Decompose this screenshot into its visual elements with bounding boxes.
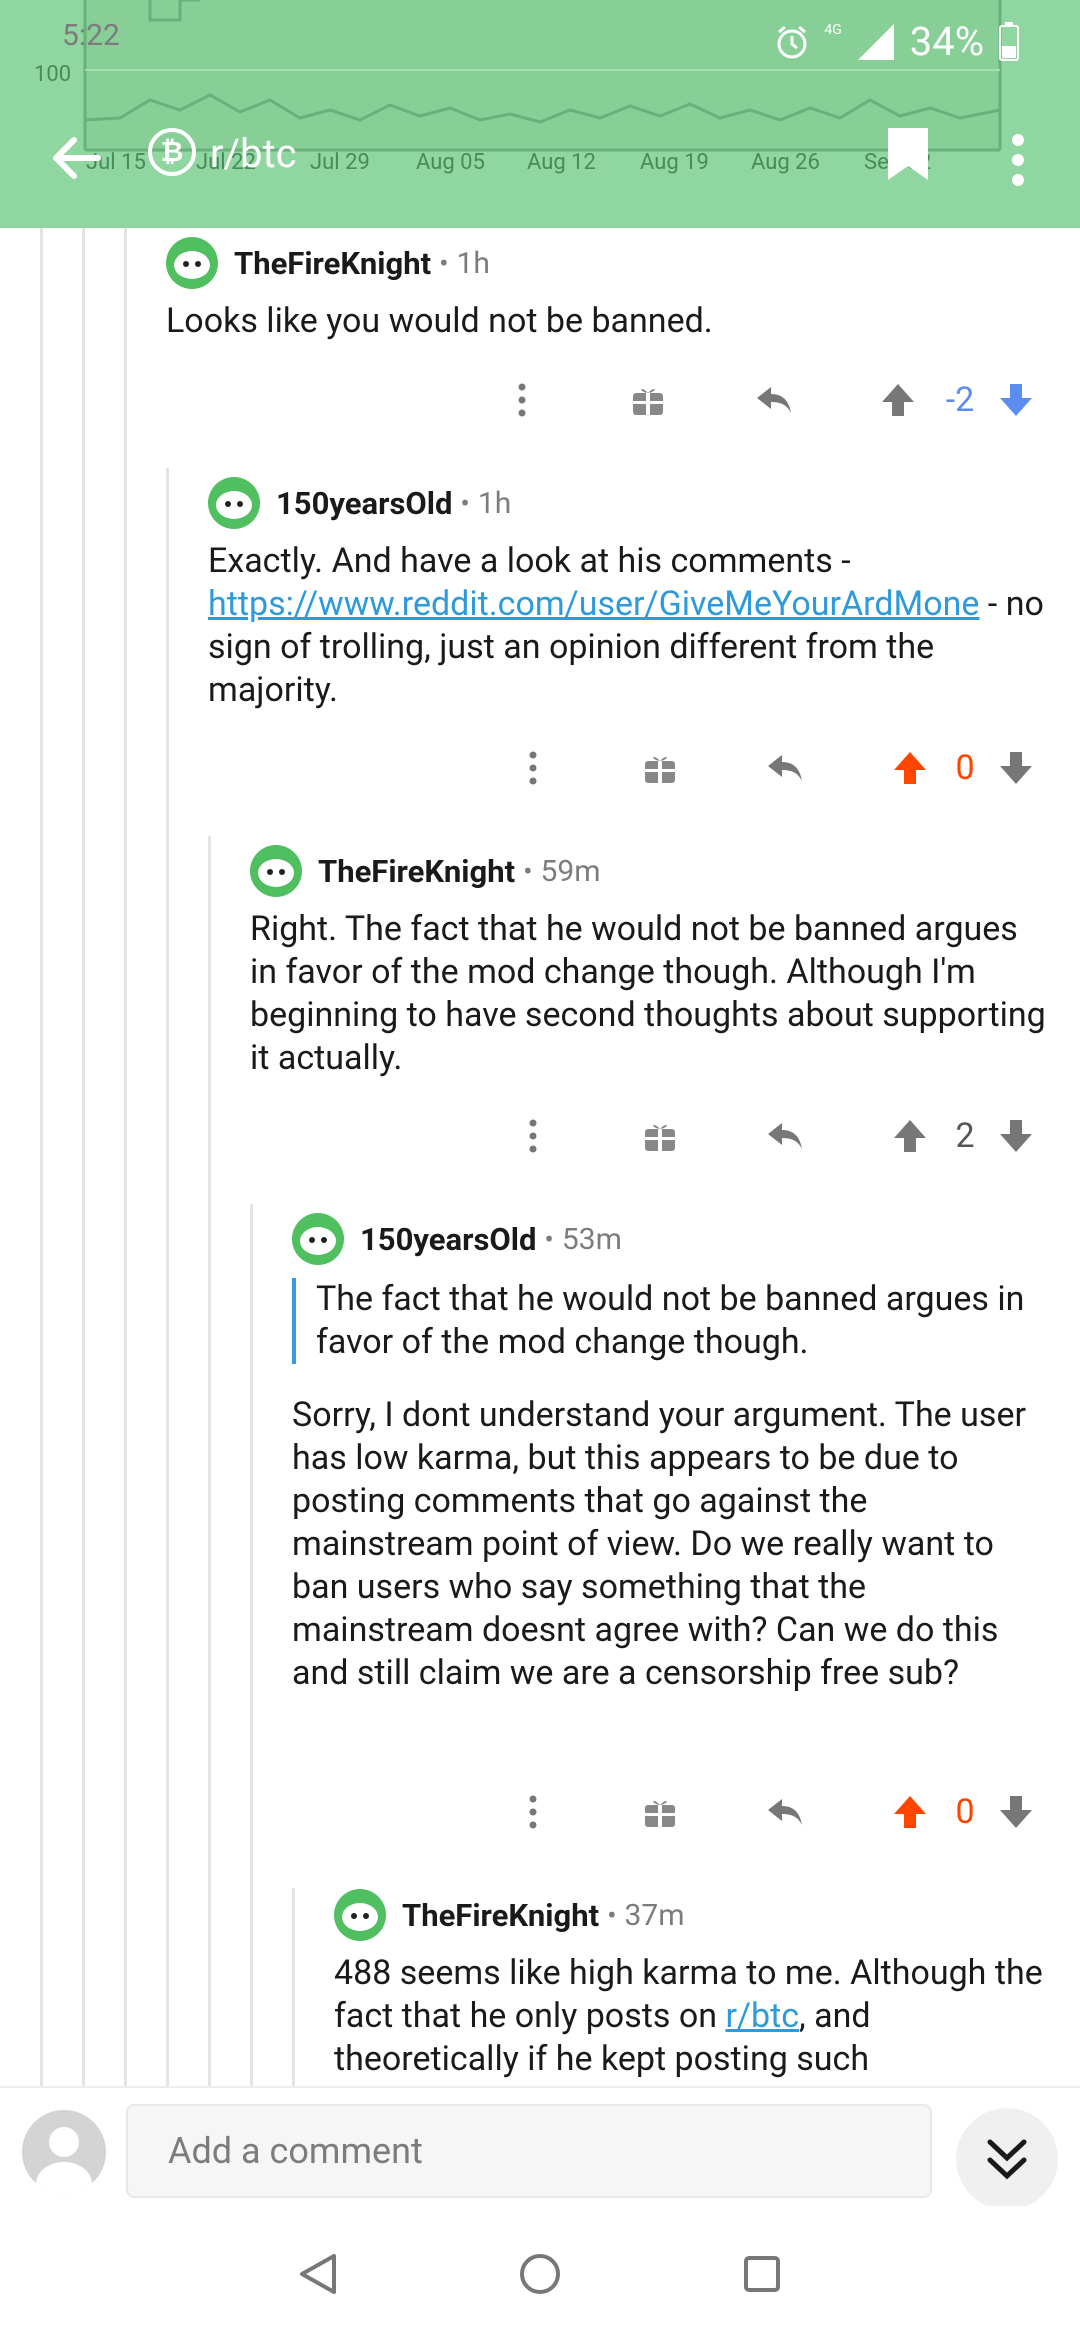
subreddit-link[interactable]: r/btc <box>725 1996 799 2036</box>
nav-recents-icon[interactable] <box>742 2254 782 2294</box>
upvote-icon[interactable] <box>892 1108 928 1164</box>
comment-actions: 0 <box>0 740 1080 796</box>
comment-body: Sorry, I dont understand your argument. … <box>292 1395 1026 1693</box>
add-comment-input[interactable]: Add a comment <box>126 2104 932 2198</box>
subreddit-name[interactable]: r/btc <box>210 130 297 177</box>
subreddit-header: 100 Jul 15 Jul 22 Jul 29 Aug 05 Aug 12 A… <box>0 0 1080 228</box>
comment-author[interactable]: 150yearsOld <box>276 485 452 522</box>
comment-body: 488 seems like high karma to me. Althoug… <box>334 1952 1054 2081</box>
gift-icon[interactable] <box>630 372 666 428</box>
signal-icon <box>857 23 894 60</box>
toolbar: ₿ r/btc <box>0 110 1080 200</box>
avatar[interactable] <box>250 845 302 897</box>
downvote-icon[interactable] <box>998 372 1034 428</box>
separator-dot: • <box>607 1898 617 1932</box>
separator-dot: • <box>523 854 533 888</box>
downvote-icon[interactable] <box>998 1108 1034 1164</box>
comment: 150yearsOld • 1h Exactly. And have a loo… <box>208 476 1048 712</box>
nav-back-icon[interactable] <box>298 2252 340 2296</box>
comment-actions: -2 <box>0 372 1080 428</box>
quote-block: The fact that he would not be banned arg… <box>292 1278 1052 1364</box>
back-arrow-icon[interactable] <box>48 128 108 188</box>
comment-author[interactable]: TheFireKnight <box>234 245 431 282</box>
comment: TheFireKnight • 59m Right. The fact that… <box>250 844 1050 1080</box>
gift-icon[interactable] <box>642 1784 678 1840</box>
comment: TheFireKnight • 37m 488 seems like high … <box>334 1888 1054 2081</box>
separator-dot: • <box>544 1222 554 1256</box>
comment-score: 0 <box>955 1792 975 1832</box>
comment-text: 488 seems like high karma to me. Althoug… <box>334 1953 1043 2036</box>
status-bar: 5:22 4G 34% <box>62 18 1020 68</box>
reply-icon[interactable] <box>765 1784 805 1840</box>
reply-icon[interactable] <box>765 1108 805 1164</box>
reply-icon[interactable] <box>754 372 794 428</box>
comment-time: 1h <box>456 245 490 281</box>
thread-line <box>166 468 169 2086</box>
comment-actions: 0 <box>0 1784 1080 1840</box>
comment-thread: TheFireKnight • 1h Looks like you would … <box>0 228 1080 2086</box>
comment-author[interactable]: TheFireKnight <box>402 1897 599 1934</box>
comment-time: 59m <box>540 853 601 889</box>
gift-icon[interactable] <box>642 740 678 796</box>
battery-percent: 34% <box>909 18 984 65</box>
comment: 150yearsOld • 53m The fact that he would… <box>292 1212 1052 1695</box>
thread-line <box>292 1888 295 2086</box>
separator-dot: • <box>439 246 449 280</box>
collapse-threads-button[interactable] <box>956 2108 1058 2210</box>
more-options-icon[interactable] <box>516 1784 550 1840</box>
avatar[interactable] <box>334 1889 386 1941</box>
comment-body: Exactly. And have a look at his comments… <box>208 540 1048 712</box>
comment-text: Exactly. And have a look at his comments… <box>208 541 851 581</box>
comment-author[interactable]: 150yearsOld <box>360 1221 536 1258</box>
downvote-icon[interactable] <box>998 740 1034 796</box>
comment: TheFireKnight • 1h Looks like you would … <box>166 236 1046 343</box>
user-avatar[interactable] <box>22 2110 106 2194</box>
comment-body: Looks like you would not be banned. <box>166 301 713 341</box>
comment-score: 0 <box>955 748 975 788</box>
status-time: 5:22 <box>62 18 120 53</box>
alarm-icon <box>777 25 807 58</box>
gift-icon[interactable] <box>642 1108 678 1164</box>
comment-body: Right. The fact that he would not be ban… <box>250 909 1046 1078</box>
comment-score: 2 <box>955 1116 975 1156</box>
avatar[interactable] <box>292 1213 344 1265</box>
upvote-icon[interactable] <box>892 740 928 796</box>
bookmark-icon[interactable] <box>886 126 930 182</box>
avatar[interactable] <box>166 237 218 289</box>
bitcoin-logo-icon: ₿ <box>148 128 196 176</box>
comment-time: 53m <box>561 1221 622 1257</box>
separator-dot: • <box>460 486 470 520</box>
system-nav-bar <box>0 2206 1080 2340</box>
reply-icon[interactable] <box>765 740 805 796</box>
comment-time: 37m <box>624 1897 685 1933</box>
double-chevron-down-icon <box>987 2139 1027 2180</box>
comment-author[interactable]: TheFireKnight <box>318 853 515 890</box>
comment-bar: Add a comment <box>0 2086 1080 2210</box>
more-options-icon[interactable] <box>516 740 550 796</box>
upvote-icon[interactable] <box>892 1784 928 1840</box>
downvote-icon[interactable] <box>998 1784 1034 1840</box>
comment-score: -2 <box>945 380 975 420</box>
nav-home-icon[interactable] <box>518 2252 562 2296</box>
battery-icon <box>999 21 1019 61</box>
thread-line <box>208 836 211 2086</box>
more-options-icon[interactable] <box>516 1108 550 1164</box>
more-options-icon[interactable] <box>1010 132 1026 188</box>
comment-actions: 2 <box>0 1108 1080 1164</box>
network-label: 4G <box>824 21 842 38</box>
upvote-icon[interactable] <box>880 372 916 428</box>
thread-line <box>250 1204 253 2086</box>
avatar[interactable] <box>208 477 260 529</box>
more-options-icon[interactable] <box>505 372 539 428</box>
profile-link[interactable]: https://www.reddit.com/user/GiveMeYourAr… <box>208 584 979 624</box>
comment-time: 1h <box>477 485 512 521</box>
